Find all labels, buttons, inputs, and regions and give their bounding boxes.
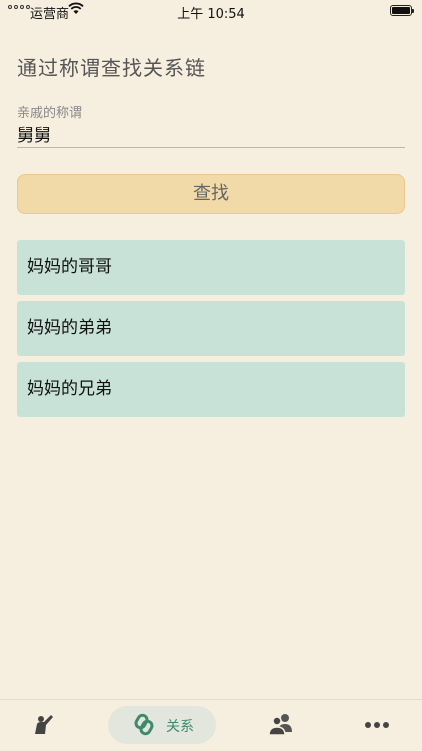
tab-people[interactable] xyxy=(255,700,305,751)
battery-icon xyxy=(390,5,414,16)
status-bar: 运营商 上午 10:54 xyxy=(0,0,422,22)
result-item[interactable]: 妈妈的弟弟 xyxy=(17,301,405,356)
active-tab-pill xyxy=(108,706,216,744)
title-field-label: 亲戚的称谓 xyxy=(17,106,83,121)
tab-relationship-label: 关系 xyxy=(166,719,194,735)
tab-relationship[interactable]: 关系 xyxy=(108,700,216,751)
page-title: 通过称谓查找关系链 xyxy=(17,56,206,80)
more-dots-icon xyxy=(365,722,389,728)
person-raising-hand-icon xyxy=(35,715,53,734)
result-list: 妈妈的哥哥 妈妈的弟弟 妈妈的兄弟 xyxy=(17,240,405,423)
search-button[interactable]: 查找 xyxy=(17,174,405,214)
tab-person[interactable] xyxy=(20,700,70,751)
tab-more[interactable] xyxy=(352,700,402,751)
title-input[interactable] xyxy=(17,120,405,148)
result-item[interactable]: 妈妈的哥哥 xyxy=(17,240,405,295)
result-item[interactable]: 妈妈的兄弟 xyxy=(17,362,405,417)
chain-link-icon xyxy=(134,713,154,736)
tab-bar: 关系 xyxy=(0,699,422,751)
two-people-icon xyxy=(268,714,292,736)
clock: 上午 10:54 xyxy=(177,7,245,22)
